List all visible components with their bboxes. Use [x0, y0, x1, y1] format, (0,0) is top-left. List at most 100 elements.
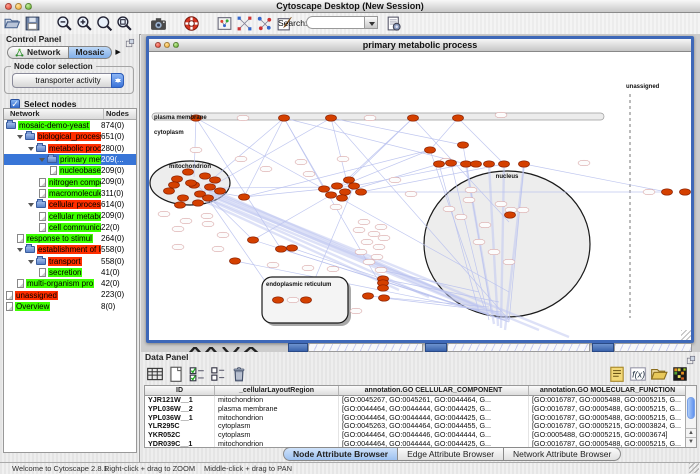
- label-node[interactable]: [350, 308, 362, 314]
- function-builder-icon[interactable]: [629, 365, 647, 383]
- minimized-window-fragment[interactable]: [185, 343, 265, 352]
- tree-row[interactable]: biological_process651(0): [4, 131, 136, 142]
- table-row[interactable]: YPL036W__1mitochondrion[GO:0044464, GO:0…: [145, 414, 696, 423]
- label-node[interactable]: [330, 204, 342, 210]
- label-node[interactable]: [358, 219, 370, 225]
- gene-node[interactable]: [205, 184, 216, 190]
- label-node[interactable]: [267, 262, 279, 268]
- label-node[interactable]: [212, 246, 224, 252]
- gene-node[interactable]: [279, 115, 290, 121]
- search-input[interactable]: [306, 16, 364, 29]
- gene-node[interactable]: [178, 195, 189, 201]
- label-node[interactable]: [295, 159, 307, 165]
- label-node[interactable]: [643, 189, 655, 195]
- network-edge[interactable]: [244, 150, 430, 197]
- minimized-window-fragment[interactable]: [592, 343, 614, 352]
- gene-node[interactable]: [273, 297, 284, 303]
- gene-node[interactable]: [319, 186, 330, 192]
- gene-node[interactable]: [505, 212, 516, 218]
- float-panel-icon[interactable]: [125, 35, 135, 45]
- label-node[interactable]: [368, 231, 380, 237]
- select-attributes-icon[interactable]: [188, 365, 206, 383]
- table-column-header[interactable]: ID: [145, 386, 215, 396]
- gene-node[interactable]: [453, 115, 464, 121]
- expand-arrow-icon[interactable]: [17, 248, 23, 255]
- tree-row[interactable]: nucleobase-209(0): [4, 165, 136, 176]
- attribute-label-icon[interactable]: [608, 365, 626, 383]
- label-node[interactable]: [463, 197, 475, 203]
- label-node[interactable]: [503, 259, 515, 265]
- label-node[interactable]: [172, 244, 184, 250]
- zoom-fit-icon[interactable]: [96, 15, 113, 32]
- window-titlebar[interactable]: Cytoscape Desktop (New Session): [0, 0, 700, 13]
- table-scrollbar[interactable]: ▲ ▼: [685, 386, 696, 447]
- minimized-window-fragment[interactable]: [288, 343, 308, 352]
- label-node[interactable]: [327, 266, 339, 272]
- attribute-table-icon[interactable]: [146, 365, 164, 383]
- gene-node[interactable]: [239, 194, 250, 200]
- gene-node[interactable]: [379, 295, 390, 301]
- label-node[interactable]: [190, 147, 202, 153]
- minimized-window-fragment[interactable]: [308, 343, 423, 352]
- minimized-window-fragment[interactable]: [614, 343, 692, 352]
- zoom-region-icon[interactable]: [116, 15, 133, 32]
- label-node[interactable]: [375, 224, 387, 230]
- gene-node[interactable]: [519, 161, 530, 167]
- label-node[interactable]: [302, 265, 314, 271]
- label-node[interactable]: [373, 244, 385, 250]
- scroll-down-icon[interactable]: ▼: [686, 437, 696, 447]
- label-node[interactable]: [488, 249, 500, 255]
- gene-node[interactable]: [461, 161, 472, 167]
- gene-node[interactable]: [332, 183, 343, 189]
- label-node[interactable]: [303, 171, 315, 177]
- gene-node[interactable]: [169, 182, 180, 188]
- gene-node[interactable]: [210, 177, 221, 183]
- tree-row[interactable]: response to stimul264(0): [4, 233, 136, 244]
- label-node[interactable]: [158, 211, 170, 217]
- label-node[interactable]: [495, 112, 507, 118]
- network-edge[interactable]: [244, 118, 284, 197]
- layout-a-icon[interactable]: [236, 15, 253, 32]
- table-row[interactable]: YJR121W__1mitochondrion[GO:0045267, GO:0…: [145, 396, 696, 405]
- label-node[interactable]: [455, 214, 467, 220]
- network-edge[interactable]: [284, 118, 466, 164]
- tree-column-nodes[interactable]: Nodes: [103, 109, 129, 119]
- label-node[interactable]: [237, 115, 249, 121]
- attribute-table[interactable]: ID_cellularLayoutRegionannotation.GO CEL…: [144, 385, 697, 448]
- gene-node[interactable]: [248, 237, 259, 243]
- gene-node[interactable]: [340, 189, 351, 195]
- label-node[interactable]: [375, 267, 387, 273]
- label-node[interactable]: [405, 191, 417, 197]
- table-column-header[interactable]: _cellularLayoutRegion: [215, 386, 339, 396]
- tree-row[interactable]: establishment of lo558(0): [4, 244, 136, 255]
- tree-row[interactable]: cellular process614(0): [4, 199, 136, 210]
- save-icon[interactable]: [24, 15, 41, 32]
- gene-node[interactable]: [662, 189, 673, 195]
- table-column-header[interactable]: annotation.GO MOLECULAR_FUNCTION: [529, 386, 687, 396]
- gene-node[interactable]: [200, 173, 211, 179]
- label-node[interactable]: [443, 206, 455, 212]
- gene-node[interactable]: [425, 147, 436, 153]
- gene-node[interactable]: [434, 161, 445, 167]
- tree-row[interactable]: mosaic-demo-yeast874(0): [4, 120, 136, 131]
- label-node[interactable]: [202, 221, 214, 227]
- expand-arrow-icon[interactable]: [17, 135, 23, 142]
- zoom-in-icon[interactable]: [76, 15, 93, 32]
- label-node[interactable]: [235, 156, 247, 162]
- table-row[interactable]: YKR052Ccytoplasm[GO:0044464, GO:0044446,…: [145, 431, 696, 440]
- tab-network-attribute-browser[interactable]: Network Attribute Browser: [504, 447, 621, 461]
- minimized-window-fragment[interactable]: [447, 343, 590, 352]
- tab-edge-attribute-browser[interactable]: Edge Attribute Browser: [398, 447, 504, 461]
- minimized-window-fragment[interactable]: [425, 343, 447, 352]
- tree-column-network[interactable]: Network: [10, 109, 40, 119]
- import-attributes-icon[interactable]: [650, 365, 668, 383]
- expand-arrow-icon[interactable]: [28, 147, 34, 154]
- tree-row[interactable]: nitrogen compo209(0): [4, 176, 136, 187]
- gene-node[interactable]: [186, 180, 197, 186]
- tree-row[interactable]: Overview8(0): [4, 301, 136, 312]
- network-edge[interactable]: [209, 118, 284, 182]
- select-nodes-checkbox[interactable]: [10, 99, 20, 109]
- gene-node[interactable]: [484, 161, 495, 167]
- help-icon[interactable]: [183, 15, 200, 32]
- expand-arrow-icon[interactable]: [28, 260, 34, 267]
